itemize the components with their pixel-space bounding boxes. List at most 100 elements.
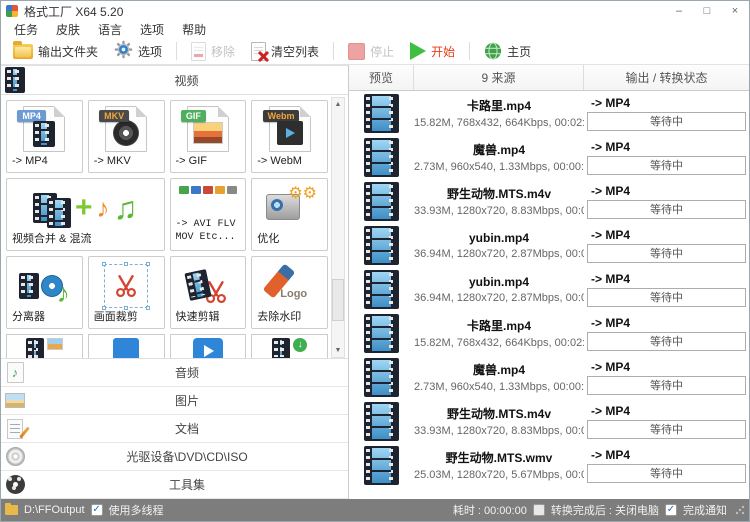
card-remove-watermark[interactable]: Logo 去除水印 xyxy=(251,256,328,329)
category-panel: 视频 MP4 -> MP4 MKV xyxy=(1,65,349,499)
title-bar: 格式工厂 X64 5.20 – □ × xyxy=(1,1,749,21)
close-button[interactable]: × xyxy=(721,1,749,21)
clear-list-button[interactable]: 清空列表 xyxy=(243,39,327,63)
card-to-webm[interactable]: Webm -> WebM xyxy=(251,100,328,173)
scrollbar-thumb[interactable] xyxy=(332,279,344,321)
status-badge: 等待中 xyxy=(587,420,746,439)
output-folder-label: 输出文件夹 xyxy=(38,43,98,60)
card-label: -> GIF xyxy=(176,155,243,169)
notify-checkbox[interactable]: ✓ xyxy=(665,504,677,516)
task-list: 卡路里.mp4 15.82M, 768x432, 664Kbps, 00:02:… xyxy=(349,91,749,499)
film-strip-icon xyxy=(272,338,290,358)
file-name: 卡路里.mp4 xyxy=(414,317,584,334)
film-strip-icon xyxy=(26,338,44,358)
task-row[interactable]: yubin.mp4 36.94M, 1280x720, 2.87Mbps, 00… xyxy=(349,223,749,267)
gears-icon: ⚙⚙ xyxy=(288,186,317,202)
card-partial-downloader[interactable]: ↓ xyxy=(251,334,328,358)
home-button[interactable]: 主页 xyxy=(476,39,539,63)
menu-language[interactable]: 语言 xyxy=(89,21,131,38)
notify-label[interactable]: 完成通知 xyxy=(683,502,727,518)
scroll-down-icon[interactable]: ▼ xyxy=(332,344,344,357)
section-rom-device[interactable]: 光驱设备\DVD\CD\ISO xyxy=(1,443,348,471)
section-document[interactable]: 文档 xyxy=(1,415,348,443)
maximize-button[interactable]: □ xyxy=(693,1,721,21)
target-format: -> MP4 xyxy=(587,184,746,198)
toolbar-separator xyxy=(333,42,334,60)
task-row[interactable]: 野生动物.MTS.wmv 25.03M, 1280x720, 5.67Mbps,… xyxy=(349,443,749,487)
minimize-button[interactable]: – xyxy=(665,1,693,21)
reel-icon xyxy=(4,474,26,496)
card-to-mp4[interactable]: MP4 -> MP4 xyxy=(6,100,83,173)
target-format: -> MP4 xyxy=(587,272,746,286)
menu-skins[interactable]: 皮肤 xyxy=(47,21,89,38)
options-label: 选项 xyxy=(138,43,162,60)
music-note-icon: ♪ xyxy=(97,195,110,221)
target-format: -> MP4 xyxy=(587,316,746,330)
file-page-icon: MKV xyxy=(105,106,147,152)
card-to-mkv[interactable]: MKV -> MKV xyxy=(88,100,165,173)
card-partial-video-to-picture[interactable] xyxy=(6,334,83,358)
target-format: -> MP4 xyxy=(587,96,746,110)
card-partial-player[interactable] xyxy=(170,334,247,358)
section-video-header[interactable]: 视频 xyxy=(1,65,348,95)
section-toolset[interactable]: 工具集 xyxy=(1,471,348,499)
card-video-merge-mux[interactable]: + ♪ ♫ 视频合并 & 混流 xyxy=(6,178,165,251)
merge-icon: + ♪ ♫ xyxy=(11,182,160,234)
home-label: 主页 xyxy=(507,43,531,60)
column-preview[interactable]: 预览 xyxy=(349,65,414,90)
card-crop[interactable]: 画面裁剪 xyxy=(88,256,165,329)
task-row[interactable]: 魔兽.mp4 2.73M, 960x540, 1.33Mbps, 00:00:1… xyxy=(349,135,749,179)
card-partial-screen-recorder[interactable] xyxy=(88,334,165,358)
task-row[interactable]: 卡路里.mp4 15.82M, 768x432, 664Kbps, 00:02:… xyxy=(349,91,749,135)
multithread-checkbox[interactable]: ✓ xyxy=(91,504,103,516)
task-row[interactable]: yubin.mp4 36.94M, 1280x720, 2.87Mbps, 00… xyxy=(349,267,749,311)
window-controls: – □ × xyxy=(665,1,749,21)
task-row[interactable]: 魔兽.mp4 2.73M, 960x540, 1.33Mbps, 00:00:1… xyxy=(349,355,749,399)
remove-icon xyxy=(191,42,206,61)
card-to-gif[interactable]: GIF -> GIF xyxy=(170,100,247,173)
shutdown-label[interactable]: 转换完成后 : 关闭电脑 xyxy=(551,502,659,518)
scrollbar-track[interactable] xyxy=(332,111,344,344)
multithread-label[interactable]: 使用多线程 xyxy=(109,502,164,518)
section-picture[interactable]: 图片 xyxy=(1,387,348,415)
card-label: 快速剪辑 xyxy=(176,311,243,325)
menu-tasks[interactable]: 任务 xyxy=(5,21,47,38)
output-path[interactable]: D:\FFOutput xyxy=(24,504,85,516)
task-row[interactable]: 卡路里.mp4 15.82M, 768x432, 664Kbps, 00:02:… xyxy=(349,311,749,355)
menu-options[interactable]: 选项 xyxy=(131,21,173,38)
target-format: -> MP4 xyxy=(587,228,746,242)
section-audio[interactable]: ♪ 音频 xyxy=(1,359,348,387)
card-quick-clip[interactable]: 快速剪辑 xyxy=(170,256,247,329)
menu-help[interactable]: 帮助 xyxy=(173,21,215,38)
quick-clip-icon xyxy=(175,260,242,310)
play-button-icon xyxy=(193,338,223,358)
output-folder-button[interactable]: 输出文件夹 xyxy=(5,39,106,63)
section-label: 文档 xyxy=(26,420,348,437)
video-thumbnail-icon xyxy=(364,446,399,485)
card-splitter[interactable]: ♪ 分离器 xyxy=(6,256,83,329)
column-output-status[interactable]: 输出 / 转换状态 xyxy=(584,65,749,90)
video-thumbnail-icon xyxy=(364,138,399,177)
photo-icon xyxy=(47,338,63,350)
music-note-icon: ♫ xyxy=(114,192,138,224)
scroll-up-icon[interactable]: ▲ xyxy=(332,98,344,111)
sunset-photo-icon xyxy=(193,122,223,144)
section-label: 音频 xyxy=(26,364,348,381)
section-label: 光驱设备\DVD\CD\ISO xyxy=(26,448,348,465)
file-name: 野生动物.MTS.m4v xyxy=(414,405,584,422)
column-source[interactable]: 9 来源 xyxy=(414,65,584,90)
left-panel-scrollbar[interactable]: ▲ ▼ xyxy=(331,97,345,358)
shutdown-checkbox[interactable] xyxy=(533,504,545,516)
start-button[interactable]: 开始 xyxy=(402,39,463,63)
file-info: 15.82M, 768x432, 664Kbps, 00:02:50 xyxy=(414,117,584,129)
resize-grip[interactable] xyxy=(735,505,745,515)
status-badge: 等待中 xyxy=(587,244,746,263)
file-page-icon: MP4 xyxy=(23,106,65,152)
task-row[interactable]: 野生动物.MTS.m4v 33.93M, 1280x720, 8.83Mbps,… xyxy=(349,399,749,443)
card-optimize[interactable]: ⚙⚙ 优化 xyxy=(251,178,328,251)
card-to-avi-flv-mov[interactable]: -> AVI FLV MOV Etc... xyxy=(170,178,247,251)
options-button[interactable]: 选项 xyxy=(106,39,170,63)
toolbar-separator xyxy=(469,42,470,60)
task-row[interactable]: 野生动物.MTS.m4v 33.93M, 1280x720, 8.83Mbps,… xyxy=(349,179,749,223)
scissors-icon xyxy=(113,273,139,299)
